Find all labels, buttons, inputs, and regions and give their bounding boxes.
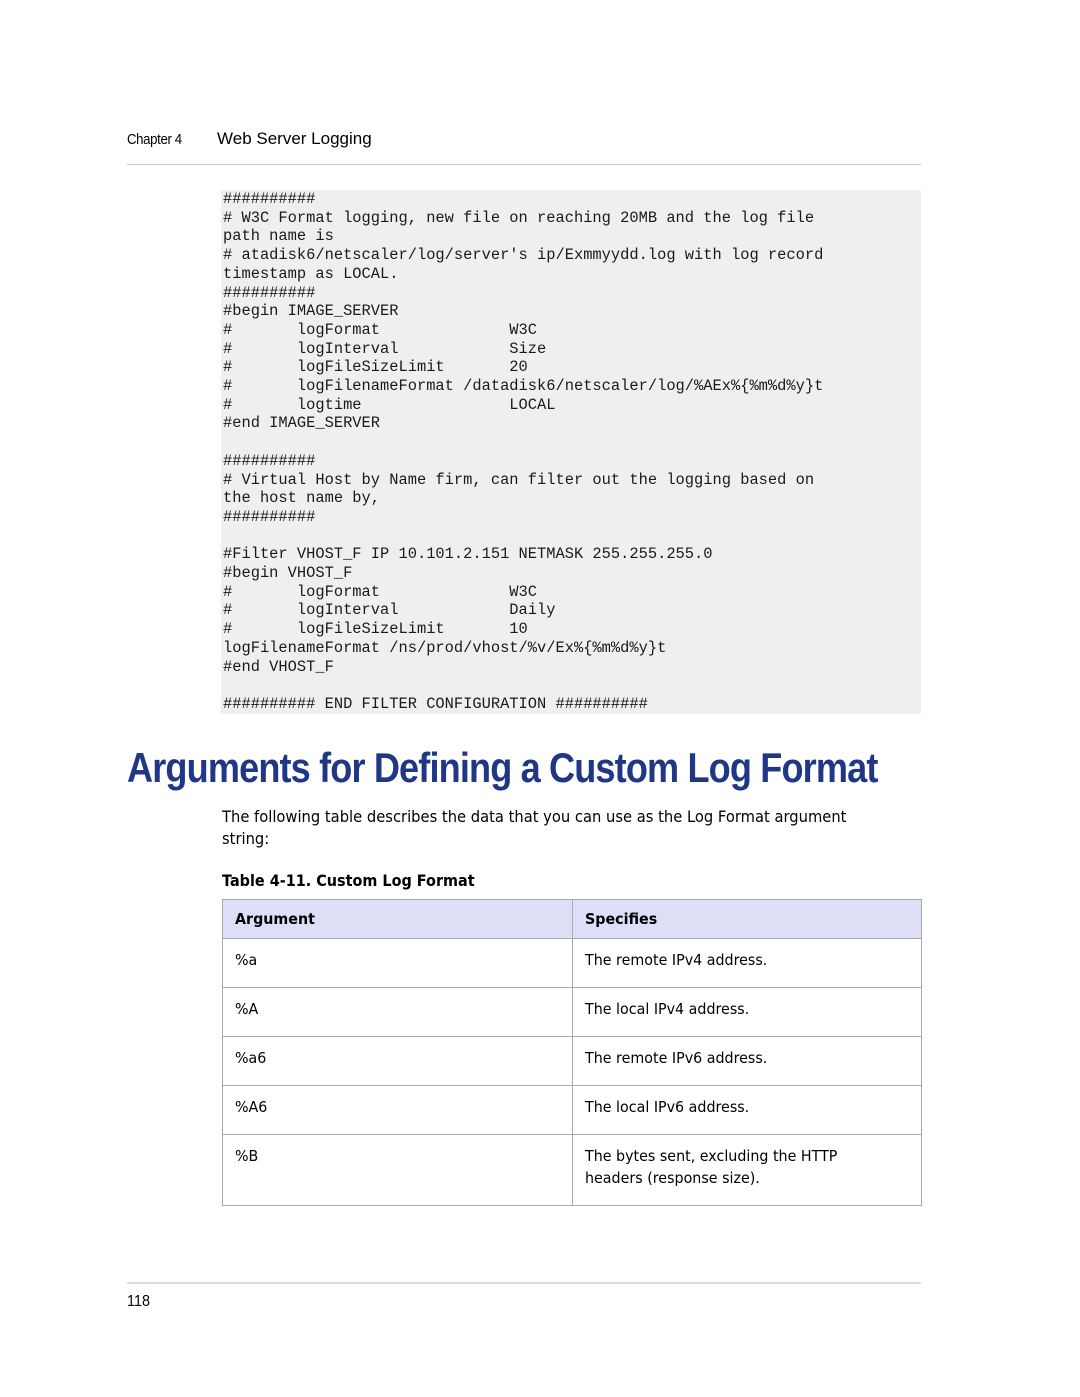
- page-number: 118: [127, 1293, 150, 1310]
- intro-line: The following table describes the data t…: [222, 807, 847, 826]
- table-row: %A The local IPv4 address.: [222, 987, 922, 1037]
- specifies-cell: The bytes sent, excluding the HTTP heade…: [572, 1134, 922, 1206]
- column-header-specifies: Specifies: [572, 899, 922, 939]
- argument-cell: %a6: [222, 1036, 573, 1086]
- table-caption: Table 4-11. Custom Log Format: [222, 871, 475, 890]
- page-footer: 118: [127, 1282, 921, 1310]
- specifies-cell: The local IPv4 address.: [572, 987, 922, 1037]
- table-row: %B The bytes sent, excluding the HTTP he…: [222, 1134, 922, 1206]
- code-block: ########## # W3C Format logging, new fil…: [221, 190, 921, 714]
- argument-cell: %A: [222, 987, 573, 1037]
- code-listing: ########## # W3C Format logging, new fil…: [223, 190, 824, 713]
- specifies-cell: The remote IPv6 address.: [572, 1036, 922, 1086]
- column-header-argument: Argument: [222, 899, 573, 939]
- intro-line: string:: [222, 829, 270, 848]
- table-header-row: Argument Specifies: [222, 899, 922, 939]
- table-row: %A6 The local IPv6 address.: [222, 1085, 922, 1135]
- intro-paragraph: The following table describes the data t…: [222, 806, 921, 850]
- specifies-cell: The local IPv6 address.: [572, 1085, 922, 1135]
- custom-log-format-table: Argument Specifies %a The remote IPv4 ad…: [222, 899, 922, 1206]
- argument-cell: %B: [222, 1134, 573, 1206]
- page-header: Chapter 4 Web Server Logging: [127, 128, 921, 165]
- table-row: %a6 The remote IPv6 address.: [222, 1036, 922, 1086]
- chapter-label: Chapter 4: [127, 131, 182, 148]
- chapter-title: Web Server Logging: [217, 129, 372, 148]
- specifies-cell: The remote IPv4 address.: [572, 938, 922, 988]
- section-title: Arguments for Defining a Custom Log Form…: [127, 744, 878, 791]
- argument-cell: %A6: [222, 1085, 573, 1135]
- table-row: %a The remote IPv4 address.: [222, 938, 922, 988]
- argument-cell: %a: [222, 938, 573, 988]
